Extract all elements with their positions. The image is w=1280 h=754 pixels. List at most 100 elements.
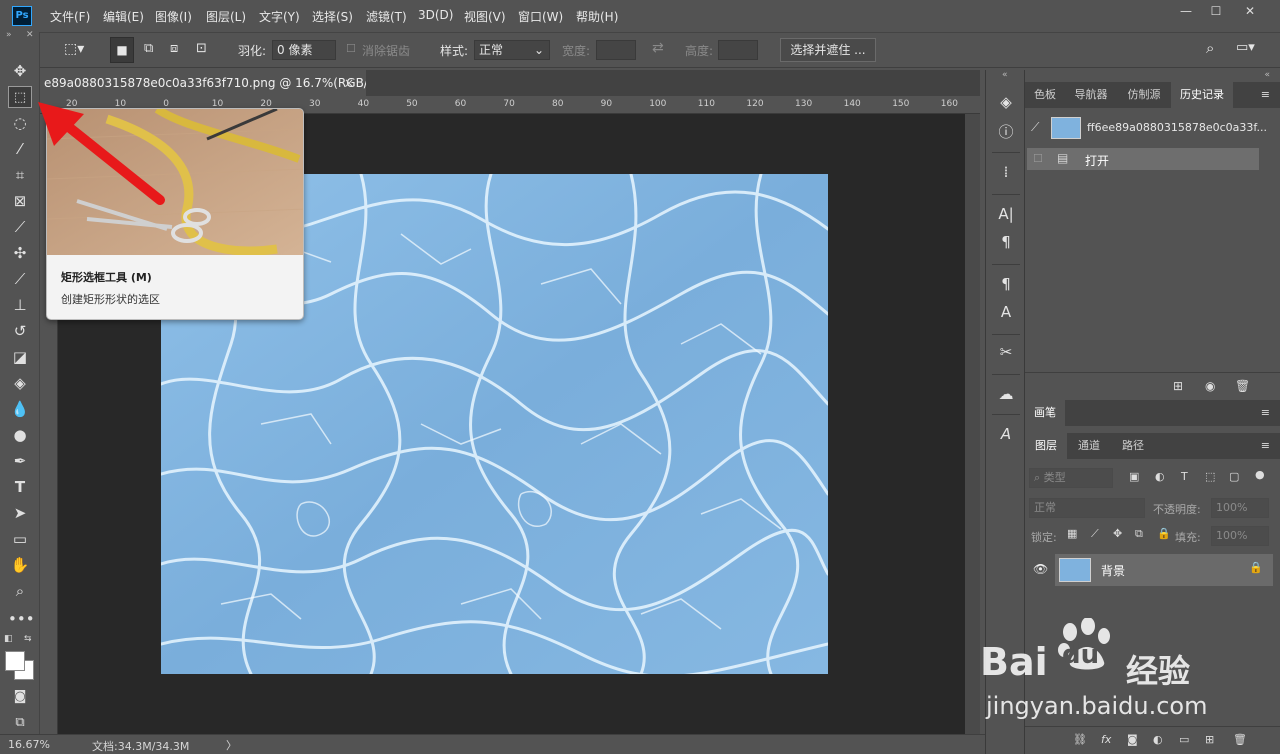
- swap-icon[interactable]: ⇄: [652, 40, 664, 56]
- fill-input[interactable]: 100%: [1211, 526, 1269, 546]
- brush-settings-icon[interactable]: ⁞: [994, 160, 1018, 184]
- filter-pixel-icon[interactable]: ▣: [1129, 470, 1139, 483]
- screen-mode-icon[interactable]: ⧉: [8, 712, 32, 734]
- filter-adjustment-icon[interactable]: ◐: [1155, 470, 1165, 483]
- lock-artboard-icon[interactable]: ⧉: [1135, 527, 1143, 541]
- lock-transparent-icon[interactable]: ▦: [1067, 527, 1077, 540]
- new-selection-icon[interactable]: ■: [110, 37, 134, 63]
- menu-image[interactable]: 图像(I): [155, 8, 192, 25]
- tab-swatches[interactable]: 色板: [1025, 82, 1065, 108]
- rectangular-marquee-tool-icon[interactable]: ⬚: [8, 86, 32, 108]
- default-colors-icon[interactable]: ◧: [4, 634, 13, 644]
- panel-menu-icon[interactable]: ≡: [1261, 88, 1270, 101]
- collapse-icon[interactable]: »: [6, 30, 12, 40]
- dodge-tool-icon[interactable]: ●: [8, 424, 32, 446]
- collapse-panels-icon[interactable]: «: [1264, 70, 1270, 80]
- subtract-selection-icon[interactable]: ⧈: [170, 41, 178, 56]
- close-tab-icon[interactable]: ×: [344, 70, 354, 96]
- blur-tool-icon[interactable]: 💧: [8, 398, 32, 420]
- brush-tool-icon[interactable]: ⟋: [8, 268, 32, 290]
- swap-colors-icon[interactable]: ⇆: [24, 634, 32, 644]
- close-panel-icon[interactable]: ✕: [26, 30, 34, 40]
- libraries-icon[interactable]: ◈: [994, 90, 1018, 114]
- layer-row[interactable]: 背景 🔒: [1055, 554, 1273, 586]
- menu-file[interactable]: 文件(F): [50, 8, 90, 25]
- tab-navigator[interactable]: 导航器: [1065, 82, 1117, 108]
- tab-channels[interactable]: 通道: [1067, 433, 1111, 459]
- path-selection-tool-icon[interactable]: ➤: [8, 502, 32, 524]
- filter-smart-object-icon[interactable]: ▢: [1229, 470, 1239, 483]
- panel-menu-icon[interactable]: ≡: [1261, 439, 1270, 452]
- hand-tool-icon[interactable]: ✋: [8, 554, 32, 576]
- select-and-mask-button[interactable]: 选择并遮住 ...: [780, 38, 876, 62]
- new-group-icon[interactable]: ▭: [1179, 733, 1189, 746]
- tab-clone-source[interactable]: 仿制源: [1117, 82, 1171, 108]
- menu-layer[interactable]: 图层(L): [206, 8, 246, 25]
- blend-mode-select[interactable]: 正常: [1029, 498, 1145, 518]
- eyedropper-tool-icon[interactable]: ⟋: [8, 216, 32, 238]
- menu-edit[interactable]: 编辑(E): [103, 8, 144, 25]
- new-document-from-state-icon[interactable]: ⊞: [1173, 379, 1183, 393]
- panel-menu-icon[interactable]: ≡: [1261, 406, 1270, 419]
- frame-tool-icon[interactable]: ⊠: [8, 190, 32, 212]
- zoom-tool-icon[interactable]: ⌕: [8, 580, 32, 602]
- lock-image-icon[interactable]: ⟋: [1091, 527, 1099, 541]
- filter-type-icon[interactable]: T: [1181, 470, 1188, 483]
- vertical-scrollbar[interactable]: [965, 114, 980, 734]
- trash-icon[interactable]: 🗑: [1235, 379, 1250, 393]
- character-styles-icon[interactable]: A: [994, 300, 1018, 324]
- clone-stamp-tool-icon[interactable]: ⊥: [8, 294, 32, 316]
- width-input[interactable]: [596, 40, 636, 60]
- type-tool-icon[interactable]: T: [8, 476, 32, 498]
- pen-tool-icon[interactable]: ✒: [8, 450, 32, 472]
- filter-toggle-icon[interactable]: ●: [1255, 468, 1265, 481]
- menu-view[interactable]: 视图(V): [464, 8, 506, 25]
- antialias-checkbox[interactable]: ☐: [346, 42, 356, 55]
- close-window-icon[interactable]: ✕: [1236, 2, 1264, 20]
- quick-mask-icon[interactable]: ◙: [8, 686, 32, 708]
- delete-layer-icon[interactable]: 🗑: [1233, 733, 1247, 746]
- feather-input[interactable]: 0 像素: [272, 40, 336, 60]
- document-tab[interactable]: e89a0880315878e0c0a33f63f710.png @ 16.7%…: [40, 70, 366, 96]
- tab-brush[interactable]: 画笔: [1025, 400, 1065, 426]
- menu-filter[interactable]: 滤镜(T): [366, 8, 407, 25]
- history-snapshot[interactable]: ⟋ ff6ee89a0880315878e0c0a33f...: [1027, 116, 1267, 140]
- visibility-eye-icon[interactable]: 👁: [1033, 562, 1048, 576]
- opacity-input[interactable]: 100%: [1211, 498, 1269, 518]
- style-select[interactable]: 正常 ⌄: [474, 40, 550, 60]
- workspace-icon[interactable]: ▭▾: [1236, 40, 1255, 55]
- move-tool-icon[interactable]: ✥: [8, 60, 32, 82]
- creative-cloud-icon[interactable]: ☁: [994, 382, 1018, 406]
- zoom-readout[interactable]: 16.67%: [8, 738, 50, 751]
- lasso-tool-icon[interactable]: ◌: [8, 112, 32, 134]
- tab-paths[interactable]: 路径: [1111, 433, 1155, 459]
- more-tools-icon[interactable]: •••: [8, 608, 35, 630]
- add-mask-icon[interactable]: ◙: [1127, 733, 1138, 746]
- status-menu-arrow[interactable]: 〉: [226, 737, 237, 753]
- lock-all-icon[interactable]: 🔒: [1157, 527, 1171, 540]
- height-input[interactable]: [718, 40, 758, 60]
- glyphs-icon[interactable]: A: [994, 422, 1018, 446]
- history-step[interactable]: ☐ ▤ 打开: [1027, 148, 1259, 170]
- link-layers-icon[interactable]: ⛓: [1073, 733, 1087, 746]
- adjustment-layer-icon[interactable]: ◐: [1153, 733, 1163, 746]
- marquee-preset-icon[interactable]: ⬚▾: [64, 41, 84, 57]
- menu-3d[interactable]: 3D(D): [418, 8, 453, 22]
- new-layer-icon[interactable]: ⊞: [1205, 733, 1214, 746]
- history-checkbox[interactable]: ☐: [1033, 152, 1043, 165]
- filter-shape-icon[interactable]: ⬚: [1205, 470, 1215, 483]
- intersect-selection-icon[interactable]: ⊡: [196, 41, 207, 56]
- layer-filter-select[interactable]: ⌕ 类型: [1029, 468, 1113, 488]
- minimize-icon[interactable]: —: [1172, 2, 1200, 20]
- history-brush-tool-icon[interactable]: ↺: [8, 320, 32, 342]
- expand-dock-icon[interactable]: «: [1002, 70, 1008, 80]
- rectangle-tool-icon[interactable]: ▭: [8, 528, 32, 550]
- layer-style-icon[interactable]: fx: [1101, 733, 1111, 746]
- foreground-color-swatch[interactable]: [5, 651, 25, 671]
- menu-type[interactable]: 文字(Y): [259, 8, 300, 25]
- paragraph-styles-icon[interactable]: ¶: [994, 272, 1018, 296]
- lock-position-icon[interactable]: ✥: [1113, 527, 1122, 540]
- tab-layers[interactable]: 图层: [1025, 433, 1067, 459]
- menu-help[interactable]: 帮助(H): [576, 8, 618, 25]
- camera-icon[interactable]: ◉: [1205, 379, 1215, 393]
